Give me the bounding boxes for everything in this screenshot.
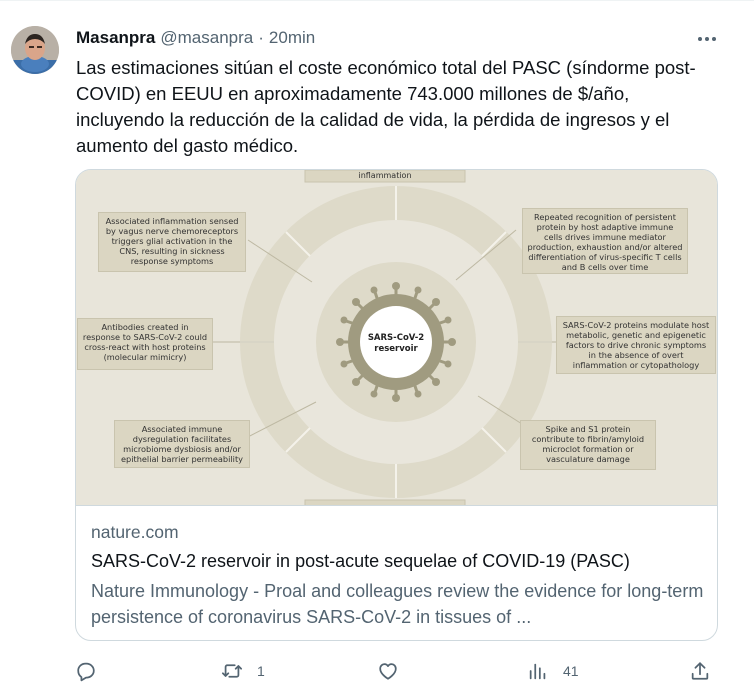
views-button[interactable]: 41 bbox=[527, 656, 579, 686]
views-icon bbox=[529, 663, 546, 680]
retweet-icon bbox=[221, 664, 243, 678]
card-title[interactable]: SARS-CoV-2 reservoir in post-acute seque… bbox=[91, 551, 706, 572]
like-button[interactable] bbox=[377, 656, 413, 686]
separator: · bbox=[258, 28, 264, 47]
figure-top-label: inflammation bbox=[358, 171, 411, 180]
card-meta: nature.com SARS-CoV-2 reservoir in post-… bbox=[91, 522, 706, 630]
figure-center-label-2: reservoir bbox=[374, 344, 418, 354]
display-name[interactable]: Masanpra bbox=[76, 28, 155, 48]
figure-box-vagus: Associated inflammation sensed by vagus … bbox=[98, 212, 246, 272]
share-icon bbox=[691, 662, 709, 680]
tweet: Masanpra @masanpra · 20min Las estimacio… bbox=[0, 0, 754, 698]
reply-button[interactable] bbox=[75, 656, 111, 686]
user-handle[interactable]: @masanpra bbox=[160, 28, 253, 48]
link-card[interactable]: SARS-CoV-2 reservoir inflammation Associ… bbox=[75, 169, 718, 641]
figure-box-adaptive-immune: Repeated recognition of persistent prote… bbox=[522, 208, 688, 274]
card-description: Nature Immunology - Proal and colleagues… bbox=[91, 581, 704, 627]
figure-box-metabolic: SARS-CoV-2 proteins modulate host metabo… bbox=[556, 316, 716, 374]
card-image[interactable]: SARS-CoV-2 reservoir inflammation Associ… bbox=[76, 170, 717, 506]
figure-center-label-1: SARS-CoV-2 bbox=[368, 333, 424, 343]
tweet-text: Las estimaciones sitúan el coste económi… bbox=[76, 57, 696, 156]
tweet-header: Masanpra @masanpra · 20min bbox=[76, 28, 315, 50]
reply-icon bbox=[77, 662, 95, 682]
more-icon[interactable] bbox=[694, 29, 720, 49]
tweet-actions: 1 41 bbox=[75, 656, 720, 686]
timestamp[interactable]: 20min bbox=[269, 28, 315, 48]
figure-box-microbiome: Associated immune dysregulation facilita… bbox=[114, 420, 250, 468]
retweet-count: 1 bbox=[257, 663, 265, 679]
like-icon bbox=[379, 663, 397, 680]
avatar[interactable] bbox=[11, 26, 59, 74]
figure-box-molecular-mimicry: Antibodies created in response to SARS-C… bbox=[77, 318, 213, 370]
retweet-button[interactable]: 1 bbox=[221, 656, 265, 686]
card-domain: nature.com bbox=[91, 522, 179, 542]
share-button[interactable] bbox=[689, 656, 711, 686]
views-count: 41 bbox=[563, 663, 579, 679]
figure-box-microclot: Spike and S1 protein contribute to fibri… bbox=[520, 420, 656, 470]
